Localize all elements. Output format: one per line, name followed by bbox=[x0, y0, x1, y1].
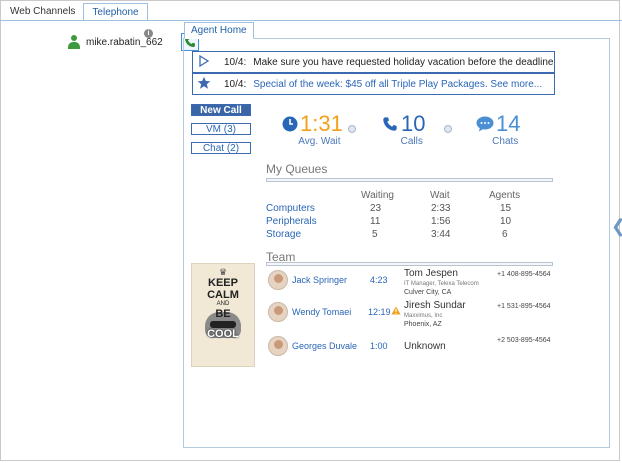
user-row: mike.rabatin_662 i bbox=[68, 29, 199, 52]
contact-name: Tom Jespen bbox=[404, 268, 458, 279]
tab-telephone[interactable]: Telephone bbox=[83, 3, 148, 21]
warning-icon bbox=[391, 306, 401, 318]
queue-name: Peripherals bbox=[266, 216, 317, 227]
calls-label: Calls bbox=[400, 136, 423, 147]
avatar bbox=[268, 302, 288, 322]
queue-header-waiting: Waiting bbox=[361, 190, 394, 201]
team-member-row[interactable]: Georges Duvale 1:00 Unknown +2 503-895-4… bbox=[266, 334, 556, 362]
queue-header-wait: Wait bbox=[430, 190, 450, 201]
queue-agents: 6 bbox=[502, 229, 508, 240]
info-icon[interactable]: i bbox=[144, 29, 153, 38]
announcement-date: 10/4: bbox=[224, 78, 247, 90]
queue-waiting: 23 bbox=[370, 203, 382, 214]
tab-agent-home[interactable]: Agent Home bbox=[184, 22, 254, 39]
phone-icon bbox=[383, 117, 397, 131]
team-member-name[interactable]: Georges Duvale bbox=[292, 341, 357, 351]
queue-agents: 15 bbox=[500, 203, 512, 214]
contact-title: IT Manager, Telexa Telecom bbox=[404, 281, 479, 287]
contact-info: Jiresh Sundar Maxximus, Inc Phoenix, AZ bbox=[404, 300, 466, 330]
queue-name: Storage bbox=[266, 229, 302, 240]
queue-row[interactable]: Storage 5 3:44 6 bbox=[266, 229, 556, 242]
announcement-2[interactable]: 10/4: Special of the week: $45 off all T… bbox=[192, 73, 555, 95]
stat-avg-wait: 1:31 Avg. Wait bbox=[282, 112, 343, 148]
chat-button[interactable]: Chat (2) bbox=[191, 142, 251, 154]
contact-phone: +1 531-895-4564 bbox=[497, 303, 551, 310]
poster-line: COOL bbox=[207, 328, 239, 340]
queue-wait: 3:44 bbox=[431, 229, 451, 240]
contact-name: Jiresh Sundar bbox=[404, 300, 466, 311]
announcement-1[interactable]: 10/4: Make sure you have requested holid… bbox=[192, 51, 555, 73]
announcement-link[interactable]: Special of the week: $45 off all Triple … bbox=[253, 79, 542, 90]
tab-divider bbox=[0, 20, 622, 21]
agent-home-panel bbox=[183, 38, 610, 448]
queue-row[interactable]: Peripherals 11 1:56 10 bbox=[266, 216, 556, 229]
queue-wait: 2:33 bbox=[431, 203, 451, 214]
team-member-name[interactable]: Jack Springer bbox=[292, 275, 347, 285]
user-status-icon bbox=[68, 35, 80, 49]
top-tab-bar: Web Channels Telephone bbox=[2, 3, 148, 21]
queue-waiting: 11 bbox=[370, 216, 381, 227]
separator-dot bbox=[348, 125, 356, 133]
team-member-name[interactable]: Wendy Tomaei bbox=[292, 307, 351, 317]
team-member-time: 4:23 bbox=[370, 275, 388, 285]
play-icon bbox=[193, 54, 215, 70]
queues-title: My Queues bbox=[266, 162, 328, 176]
queue-header-agents: Agents bbox=[489, 190, 521, 201]
user-name: mike.rabatin_662 bbox=[86, 36, 163, 48]
poster-line: BE bbox=[215, 308, 231, 320]
avg-wait-value: 1:31 bbox=[300, 111, 343, 136]
contact-info: Unknown bbox=[404, 341, 446, 353]
chevron-left-icon[interactable]: ❮ bbox=[611, 216, 622, 237]
poster-line: KEEP bbox=[208, 277, 238, 289]
voicemail-button[interactable]: VM (3) bbox=[191, 123, 251, 135]
poster-line: AND bbox=[216, 301, 230, 307]
stat-chats: 14 Chats bbox=[476, 112, 520, 148]
contact-location: Culver City, CA bbox=[404, 289, 452, 296]
contact-phone: +1 408-895-4564 bbox=[497, 271, 551, 278]
star-icon bbox=[193, 76, 215, 93]
keep-calm-poster: ♛ KEEP CALM AND BE COOL bbox=[191, 263, 255, 367]
queue-name: Computers bbox=[266, 203, 315, 214]
contact-location: Phoenix, AZ bbox=[404, 321, 442, 328]
queue-row[interactable]: Computers 23 2:33 15 bbox=[266, 203, 556, 216]
queue-wait: 1:56 bbox=[431, 216, 451, 227]
team-member-time: 12:19 bbox=[368, 307, 391, 317]
queue-waiting: 5 bbox=[372, 229, 378, 240]
left-panel: mike.rabatin_662 i bbox=[2, 22, 199, 457]
team-member-row[interactable]: Jack Springer 4:23 Tom Jespen IT Manager… bbox=[266, 268, 556, 296]
separator-dot bbox=[444, 125, 452, 133]
tab-web-channels[interactable]: Web Channels bbox=[2, 3, 83, 21]
announcement-text: Make sure you have requested holiday vac… bbox=[253, 56, 554, 68]
new-call-button[interactable]: New Call bbox=[191, 104, 251, 116]
queues-divider bbox=[266, 178, 553, 182]
contact-name: Unknown bbox=[404, 341, 446, 352]
chats-value: 14 bbox=[496, 111, 521, 136]
avg-wait-label: Avg. Wait bbox=[298, 136, 341, 147]
contact-phone: +2 503-895-4564 bbox=[497, 337, 551, 344]
chat-bubble-icon bbox=[476, 116, 494, 132]
stat-calls: 10 Calls bbox=[382, 112, 425, 148]
team-divider bbox=[266, 262, 553, 266]
chats-label: Chats bbox=[492, 136, 519, 147]
contact-info: Tom Jespen IT Manager, Telexa Telecom Cu… bbox=[404, 268, 479, 298]
crown-icon: ♛ bbox=[218, 267, 228, 277]
poster-line: CALM bbox=[207, 289, 239, 301]
calls-value: 10 bbox=[401, 111, 426, 136]
queue-agents: 10 bbox=[500, 216, 512, 227]
announcement-date: 10/4: bbox=[224, 56, 247, 68]
avatar bbox=[268, 336, 288, 356]
team-member-time: 1:00 bbox=[370, 341, 388, 351]
avatar bbox=[268, 270, 288, 290]
clock-icon bbox=[282, 116, 298, 132]
contact-title: Maxximus, Inc bbox=[404, 313, 443, 319]
team-member-row[interactable]: Wendy Tomaei 12:19 Jiresh Sundar Maxximu… bbox=[266, 300, 556, 328]
